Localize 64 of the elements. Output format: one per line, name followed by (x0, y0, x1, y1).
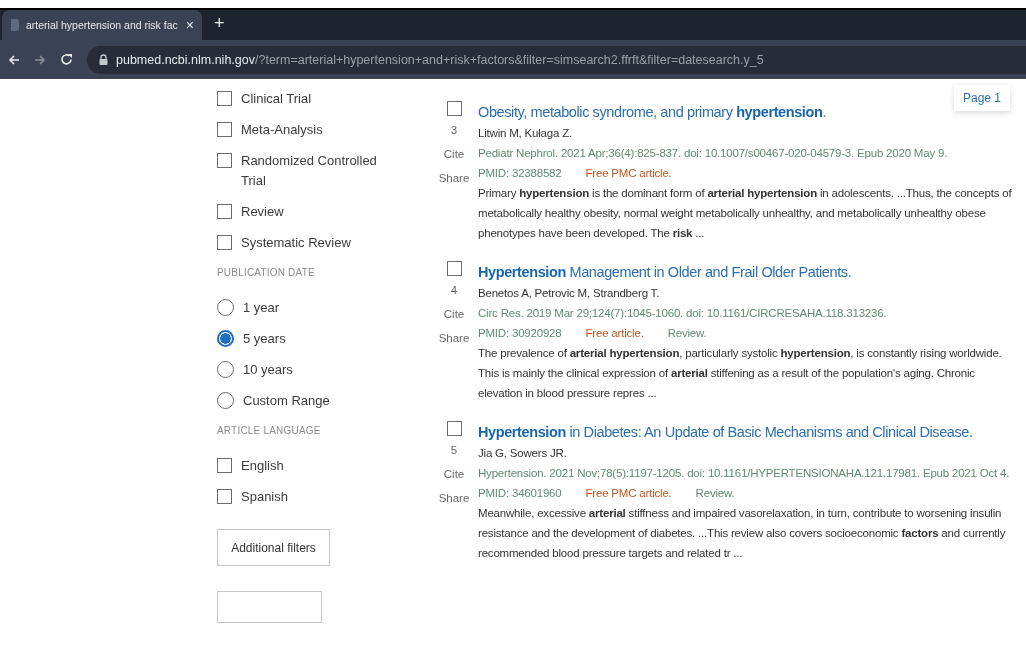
address-bar[interactable]: pubmed.ncbi.nlm.nih.gov/?term=arterial+hypertension+and+risk+factors&filter=simsearch2.ffrft&filter=datesearch.y_5 (87, 45, 1026, 74)
checkbox[interactable] (217, 235, 232, 250)
free-article-label: Free PMC article. (585, 486, 672, 501)
new-tab-button[interactable]: + (202, 13, 225, 40)
share-link[interactable]: Share (438, 492, 470, 504)
cite-link[interactable]: Cite (443, 468, 465, 480)
filter-label: 1 year (243, 299, 281, 317)
snippet: Meanwhile, excessive arterial stiffness and impaired vasorelaxation, in turn, contribute to worsening insulin resistance and the development of diabetes. ...This review also covers socioeconomic factors and currently recommended blood pressure targets and related tr ... (478, 506, 1007, 561)
filter-label: Clinical Trial (241, 90, 313, 108)
pmid: PMID: 30920928 (478, 326, 562, 341)
cite-link[interactable]: Cite (443, 308, 465, 320)
page-indicator: Page 1 (953, 85, 1010, 111)
checkbox[interactable] (217, 489, 232, 504)
checkbox[interactable] (446, 421, 462, 436)
cite-link[interactable]: Cite (443, 148, 465, 160)
checkbox[interactable] (446, 101, 462, 116)
additional-filters-button[interactable]: Additional filters (217, 529, 330, 566)
free-article-label: Free article. (585, 326, 644, 341)
checkbox[interactable] (217, 91, 232, 106)
checkbox[interactable] (446, 261, 462, 276)
favicon-icon (10, 18, 20, 32)
article-title-link[interactable]: Hypertension in Diabetes: An Update of Basic Mechanisms and Clinical Disease. (478, 421, 1020, 443)
filter-label: Systematic Review (241, 234, 352, 252)
filter-label: 5 years (243, 330, 287, 348)
publication-type: Review. (667, 326, 707, 341)
share-link[interactable]: Share (438, 172, 470, 184)
publication-type: Review. (695, 486, 735, 501)
filter-label: Spanish (241, 488, 289, 506)
filter-label: English (241, 457, 285, 475)
checkbox[interactable] (217, 204, 232, 219)
authors: Litwin M, Kułaga Z. (478, 126, 573, 141)
result-number: 5 (450, 444, 458, 456)
back-icon[interactable] (8, 53, 20, 66)
citation: Circ Res. 2019 Mar 29;124(7):1045-1060. doi: 10.1161/CIRCRESAHA.118.313236. (478, 306, 888, 321)
reload-icon[interactable] (60, 53, 73, 66)
forward-icon[interactable] (34, 53, 46, 66)
citation: Pediatr Nephrol. 2021 Apr;36(4):825-837. doi: 10.1007/s00467-020-04579-3. Epub 2020 May 9. (478, 146, 949, 161)
authors: Benetos A, Petrovic M, Strandberg T. (478, 286, 661, 301)
browser-tab[interactable]: arterial hypertension and risk fac × (2, 10, 202, 40)
filter-label: 10 years (243, 361, 294, 379)
checkbox[interactable] (217, 458, 232, 473)
filter-label: Randomized Controlled Trial (241, 152, 378, 190)
filter-label: Meta-Analysis (241, 121, 324, 139)
snippet: The prevalence of arterial hypertension, particularly systolic hypertension, is constantly rising worldwide. This is mainly the clinical expression of arterial stiffening as a result of the population's aging. Chronic elevation in blood pressure repres ... (478, 346, 1003, 401)
pmid: PMID: 32388582 (478, 166, 562, 181)
tab-title: arterial hypertension and risk fac (26, 19, 179, 31)
checkbox[interactable] (217, 122, 232, 137)
authors: Jia G, Sowers JR. (478, 446, 568, 461)
citation: Hypertension. 2021 Nov;78(5):1197-1205. doi: 10.1161/HYPERTENSIONAHA.121.17981. Epub 2021 Oct 4. (478, 466, 1011, 481)
result-number: 4 (450, 284, 458, 296)
article-title-link[interactable]: Hypertension Management in Older and Frail Older Patients. (478, 261, 1020, 283)
section-heading: ARTICLE LANGUAGE (217, 425, 322, 436)
free-article-label: Free PMC article. (585, 166, 672, 181)
radio-button[interactable] (217, 330, 234, 347)
section-heading: PUBLICATION DATE (217, 267, 316, 278)
snippet: Primary hypertension is the dominant form of arterial hypertension in adolescents. ...Thus, the concepts of metabolically healthy obesity, normal weight metabolically unhealthy, and metabolically unhealthy obese phenotypes have been developed. The risk ... (478, 186, 1013, 241)
filter-label: Review (241, 203, 285, 221)
lock-icon (99, 54, 108, 65)
result-number: 3 (450, 124, 458, 136)
close-tab-button[interactable]: × (185, 17, 194, 33)
filter-label: Custom Range (243, 392, 331, 410)
share-link[interactable]: Share (438, 332, 470, 344)
pmid: PMID: 34601960 (478, 486, 562, 501)
checkbox[interactable] (217, 153, 232, 168)
